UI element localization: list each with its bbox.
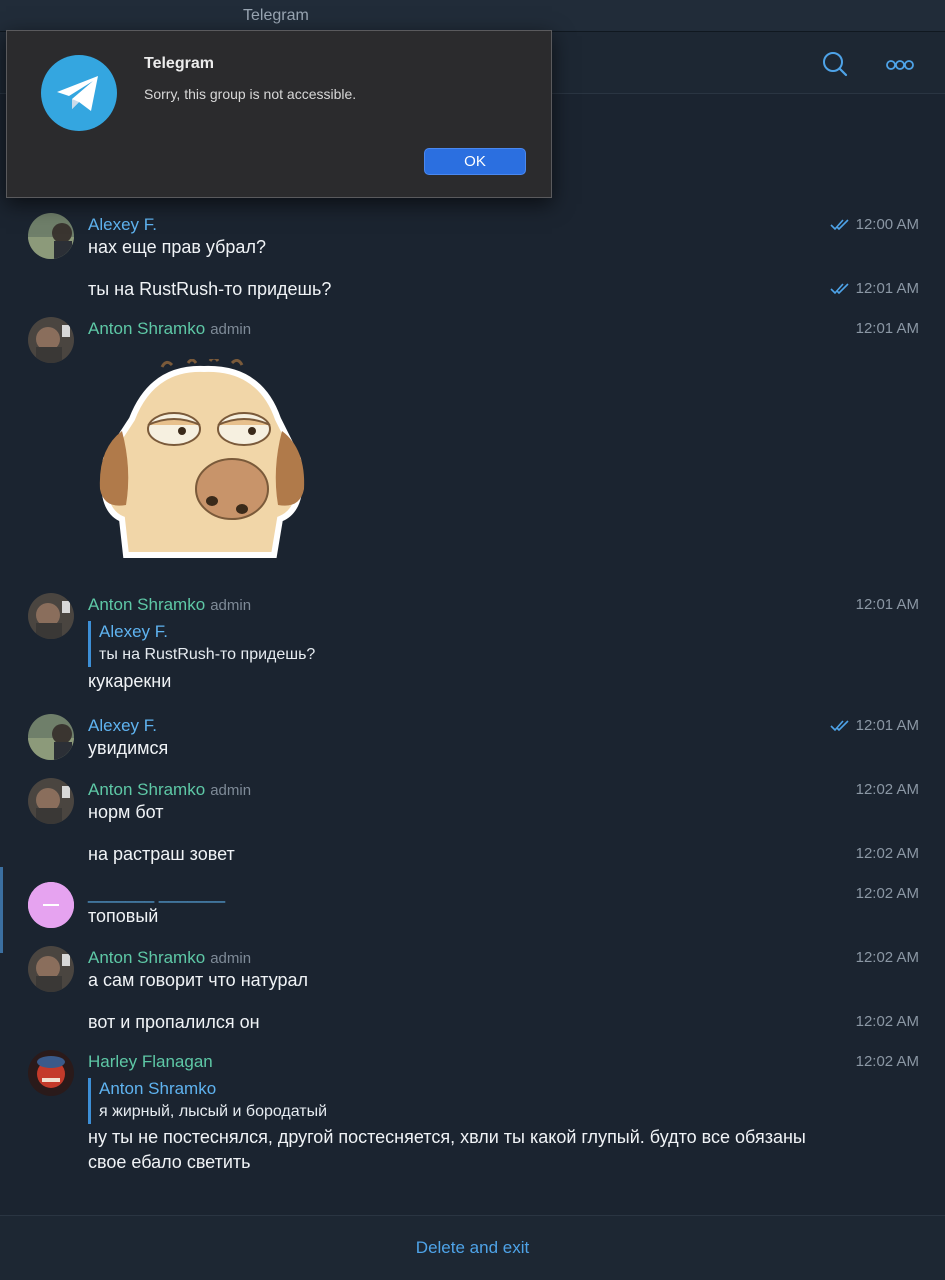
message-text: нах еще прав убрал? [88, 237, 266, 257]
window-title: Telegram [243, 7, 309, 24]
admin-badge: admin [210, 321, 252, 338]
avatar[interactable] [28, 882, 74, 928]
message-time: 12:02 AM [855, 781, 919, 798]
message-author[interactable]: Anton Shramko admin [88, 780, 251, 800]
message-text: вот и пропалился он [88, 1012, 260, 1032]
dialog-title: Telegram [144, 55, 214, 72]
avatar[interactable] [28, 946, 74, 992]
message-author[interactable]: Anton Shramko admin [88, 319, 251, 339]
avatar[interactable] [28, 317, 74, 363]
double-check-icon [830, 283, 849, 295]
avatar[interactable] [28, 778, 74, 824]
message-author-name[interactable]: Anton Shramko [88, 780, 205, 799]
message-author[interactable]: _______ _______ [88, 884, 225, 904]
more-icon[interactable] [885, 50, 915, 80]
message-text: ну ты не постеснялся, другой постесняетс… [88, 1127, 806, 1172]
dog-sticker[interactable] [92, 359, 316, 559]
admin-badge: admin [210, 597, 252, 614]
message-text: на растраш зовет [88, 844, 235, 864]
message-author[interactable]: Anton Shramko admin [88, 595, 251, 615]
reply-author: Anton Shramko [99, 1079, 217, 1098]
message-author-name[interactable]: Anton Shramko [88, 948, 205, 967]
message-author[interactable]: Anton Shramko admin [88, 948, 251, 968]
message-time: 12:02 AM [855, 845, 919, 862]
message-time-text: 12:01 AM [855, 717, 919, 734]
message-author[interactable]: Alexey F. [88, 716, 157, 736]
message-text: ты на RustRush-то придешь? [88, 279, 332, 299]
message-time: 12:01 AM [855, 320, 919, 337]
admin-badge: admin [210, 950, 252, 967]
message-author-name[interactable]: Anton Shramko [88, 319, 205, 338]
message-time: 12:02 AM [855, 885, 919, 902]
message-text: норм бот [88, 802, 164, 822]
message-author[interactable]: Alexey F. [88, 215, 157, 235]
message-time: 12:01 AM [830, 280, 919, 297]
ok-button[interactable]: OK [424, 148, 526, 175]
reply-quote[interactable]: Alexey F. ты на RustRush-то придешь? [88, 621, 315, 667]
message-time: 12:01 AM [855, 596, 919, 613]
error-dialog: Telegram Sorry, this group is not access… [6, 30, 552, 198]
double-check-icon [830, 219, 849, 231]
message-time: 12:02 AM [855, 949, 919, 966]
reply-quote[interactable]: Anton Shramko я жирный, лысый и бородаты… [88, 1078, 327, 1124]
telegram-logo-icon [41, 55, 117, 131]
message-time: 12:00 AM [830, 216, 919, 233]
chat-footer: Delete and exit [0, 1215, 945, 1280]
reply-author: Alexey F. [99, 622, 168, 641]
message-author-name[interactable]: Anton Shramko [88, 595, 205, 614]
dialog-message: Sorry, this group is not accessible. [144, 86, 357, 102]
window-titlebar: Telegram [0, 0, 945, 32]
avatar[interactable] [28, 714, 74, 760]
message-time: 12:02 AM [855, 1013, 919, 1030]
message-time: 12:02 AM [855, 1053, 919, 1070]
delete-and-exit-button[interactable]: Delete and exit [0, 1238, 945, 1258]
message-list[interactable]: Alexey F. нах еще прав убрал? 12:00 AM т… [0, 95, 945, 1215]
message-text: топовый [88, 906, 159, 926]
message-author[interactable]: Harley Flanagan [88, 1052, 213, 1072]
message-time-text: 12:01 AM [855, 280, 919, 297]
avatar[interactable] [28, 1050, 74, 1096]
search-icon[interactable] [820, 50, 850, 80]
admin-badge: admin [210, 782, 252, 799]
avatar[interactable] [28, 213, 74, 259]
message-time-text: 12:00 AM [855, 216, 919, 233]
message-text: а сам говорит что натурал [88, 970, 309, 990]
message-time: 12:01 AM [830, 717, 919, 734]
reply-text: ты на RustRush-то придешь? [99, 646, 316, 663]
double-check-icon [830, 720, 849, 732]
message-text: кукарекни [88, 671, 172, 691]
message-text: увидимся [88, 738, 169, 758]
unread-marker [0, 867, 3, 953]
avatar[interactable] [28, 593, 74, 639]
reply-text: я жирный, лысый и бородатый [99, 1103, 328, 1120]
